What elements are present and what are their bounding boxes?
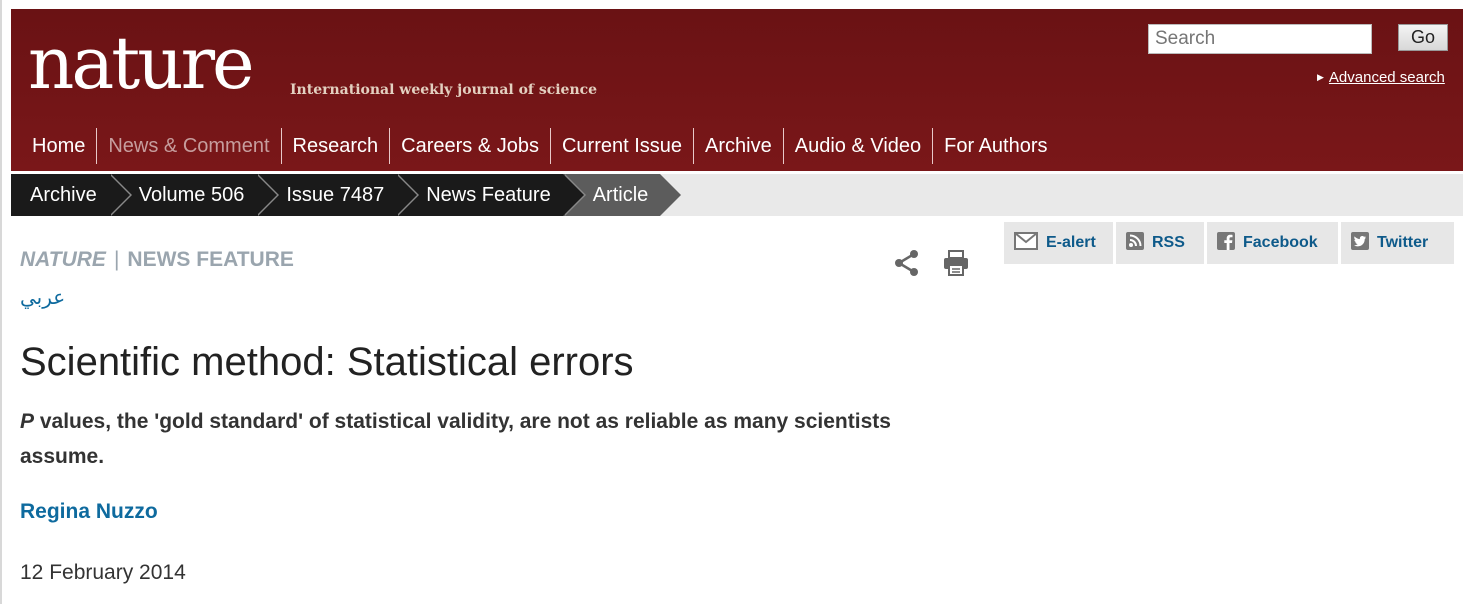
nav-home[interactable]: Home [21, 128, 96, 164]
article-standfirst: P values, the 'gold standard' of statist… [20, 404, 950, 474]
standfirst-italic: P [20, 410, 35, 433]
section-separator: | [113, 248, 120, 271]
breadcrumb-archive[interactable]: Archive [11, 174, 132, 216]
envelope-icon [1014, 231, 1038, 255]
article-section-label: NATURE | NEWS FEATURE [20, 248, 294, 272]
nav-for-authors[interactable]: For Authors [932, 128, 1058, 164]
nav-audio-video[interactable]: Audio & Video [782, 128, 932, 164]
journal-name: NATURE [20, 248, 106, 271]
triangle-right-icon: ▶ [1317, 72, 1324, 82]
breadcrumb-news-feature[interactable]: News Feature [396, 174, 586, 216]
nav-careers-jobs[interactable]: Careers & Jobs [389, 128, 550, 164]
ealert-label: E-alert [1046, 234, 1096, 251]
advanced-search-link[interactable]: Advanced search [1329, 69, 1445, 86]
facebook-button[interactable]: Facebook [1207, 222, 1338, 264]
rss-icon [1126, 231, 1144, 255]
author-link[interactable]: Regina Nuzzo [20, 500, 158, 524]
publication-date: 12 February 2014 [20, 561, 186, 584]
search-input[interactable] [1148, 24, 1372, 54]
arabic-translation-link[interactable]: عربي [20, 285, 65, 310]
left-border [0, 0, 2, 604]
ealert-button[interactable]: E-alert [1004, 222, 1113, 264]
nav-archive[interactable]: Archive [693, 128, 783, 164]
nature-logo[interactable]: nature [28, 27, 255, 99]
nav-current-issue[interactable]: Current Issue [549, 128, 693, 164]
main-nav: Home News & Comment Research Careers & J… [21, 128, 1059, 164]
twitter-button[interactable]: Twitter [1341, 222, 1454, 264]
twitter-icon [1351, 231, 1369, 255]
facebook-icon [1217, 231, 1235, 255]
twitter-label: Twitter [1377, 234, 1429, 251]
print-icon[interactable] [942, 249, 970, 282]
nav-research[interactable]: Research [280, 128, 390, 164]
nav-news-comment[interactable]: News & Comment [96, 128, 280, 164]
breadcrumb: Archive Volume 506 Issue 7487 News Featu… [11, 174, 1463, 216]
advanced-search: ▶ Advanced search [1317, 69, 1445, 86]
article-type: NEWS FEATURE [127, 248, 294, 271]
standfirst-text: values, the 'gold standard' of statistic… [20, 410, 891, 468]
article-title: Scientific method: Statistical errors [20, 340, 634, 384]
share-icon[interactable] [893, 249, 921, 282]
go-button[interactable]: Go [1398, 24, 1448, 51]
facebook-label: Facebook [1243, 234, 1318, 251]
rss-label: RSS [1152, 234, 1185, 251]
tagline: International weekly journal of science [290, 82, 598, 98]
site-header: nature International weekly journal of s… [11, 9, 1463, 171]
rss-button[interactable]: RSS [1116, 222, 1204, 264]
